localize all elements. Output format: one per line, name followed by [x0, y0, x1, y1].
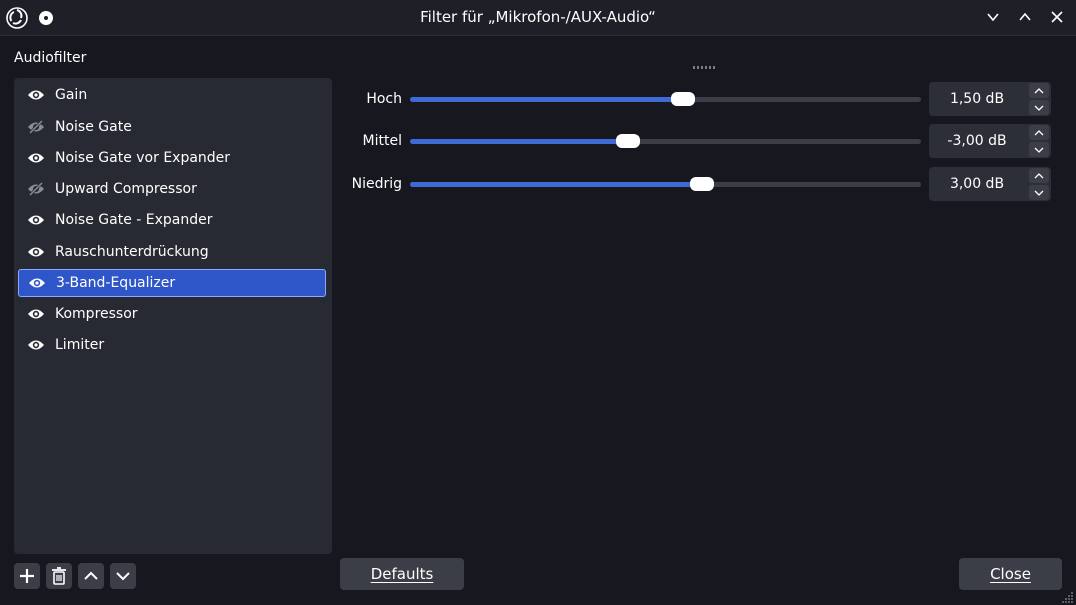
- chevron-up-icon: [1034, 172, 1044, 178]
- remove-filter-button[interactable]: [46, 563, 72, 589]
- arrow-down-icon: [116, 572, 130, 581]
- low-slider[interactable]: [410, 177, 921, 191]
- filter-item-noise-suppression[interactable]: Rauschunterdrückung: [18, 238, 326, 266]
- eye-off-icon[interactable]: [18, 120, 54, 134]
- filter-item-noise-gate-expander[interactable]: Noise Gate - Expander: [18, 206, 326, 234]
- audio-filters-heading: Audiofilter: [14, 50, 87, 66]
- low-spinbox[interactable]: 3,00 dB: [929, 167, 1051, 201]
- eye-icon[interactable]: [18, 152, 54, 164]
- filter-item-3-band-equalizer[interactable]: 3-Band-Equalizer: [18, 269, 326, 297]
- title-bar: Filter für „Mikrofon-/AUX-Audio“: [0, 0, 1076, 36]
- eye-icon[interactable]: [18, 214, 54, 226]
- band-row-mid: Mittel -3,00 dB: [340, 124, 1052, 158]
- increment-button[interactable]: [1029, 125, 1049, 140]
- move-filter-up-button[interactable]: [78, 563, 104, 589]
- filter-item-noise-gate[interactable]: Noise Gate: [18, 113, 326, 141]
- decrement-button[interactable]: [1029, 142, 1049, 157]
- mid-slider[interactable]: [410, 134, 921, 148]
- filter-label: Upward Compressor: [55, 181, 197, 197]
- band-label-high: Hoch: [366, 91, 402, 107]
- eye-icon[interactable]: [19, 277, 55, 289]
- filter-label: Noise Gate - Expander: [55, 212, 213, 228]
- chevron-up-icon: [1019, 12, 1031, 21]
- add-icon: [20, 569, 34, 583]
- increment-button[interactable]: [1029, 83, 1049, 98]
- decrement-button[interactable]: [1029, 100, 1049, 115]
- eye-icon[interactable]: [18, 308, 54, 320]
- slider-fill: [410, 97, 684, 102]
- window-title: Filter für „Mikrofon-/AUX-Audio“: [420, 8, 656, 26]
- arrow-up-icon: [84, 571, 98, 580]
- mid-value[interactable]: -3,00 dB: [929, 124, 1025, 158]
- band-row-high: Hoch 1,50 dB: [340, 82, 1052, 116]
- filter-label: 3-Band-Equalizer: [56, 275, 176, 291]
- low-value[interactable]: 3,00 dB: [929, 167, 1025, 201]
- band-row-low: Niedrig 3,00 dB: [340, 167, 1052, 201]
- close-window-button[interactable]: [1046, 6, 1068, 28]
- filter-label: Noise Gate: [55, 119, 132, 135]
- filter-label: Gain: [55, 87, 88, 103]
- slider-fill: [410, 182, 703, 187]
- band-label-low: Niedrig: [351, 176, 402, 192]
- trash-icon: [52, 567, 66, 585]
- eye-off-icon[interactable]: [18, 182, 54, 196]
- band-label-mid: Mittel: [362, 133, 402, 149]
- minimize-button[interactable]: [982, 6, 1004, 28]
- filter-item-upward-compressor[interactable]: Upward Compressor: [18, 175, 326, 203]
- defaults-button[interactable]: Defaults: [340, 558, 464, 590]
- slider-fill: [410, 139, 629, 144]
- filter-label: Rauschunterdrückung: [55, 244, 209, 260]
- chevron-down-icon: [1034, 105, 1044, 111]
- move-filter-down-button[interactable]: [110, 563, 136, 589]
- chevron-down-icon: [987, 13, 999, 22]
- close-icon: [1051, 11, 1063, 23]
- add-filter-button[interactable]: [14, 563, 40, 589]
- close-button[interactable]: Close: [959, 558, 1062, 590]
- high-slider[interactable]: [410, 92, 921, 106]
- chevron-down-icon: [1034, 147, 1044, 153]
- splitter-handle[interactable]: [693, 66, 715, 69]
- slider-handle[interactable]: [690, 177, 715, 191]
- increment-button[interactable]: [1029, 168, 1049, 183]
- filter-item-gain[interactable]: Gain: [18, 81, 326, 109]
- filter-item-limiter[interactable]: Limiter: [18, 331, 326, 359]
- chevron-down-icon: [1034, 190, 1044, 196]
- filter-label: Limiter: [55, 337, 105, 353]
- eye-icon[interactable]: [18, 246, 54, 258]
- slider-handle[interactable]: [616, 134, 641, 148]
- high-value[interactable]: 1,50 dB: [929, 82, 1025, 116]
- eye-icon[interactable]: [18, 89, 54, 101]
- maximize-button[interactable]: [1014, 6, 1036, 28]
- filter-item-noise-gate-pre-expander[interactable]: Noise Gate vor Expander: [18, 144, 326, 172]
- filter-item-compressor[interactable]: Kompressor: [18, 300, 326, 328]
- mid-spinbox[interactable]: -3,00 dB: [929, 124, 1051, 158]
- high-spinbox[interactable]: 1,50 dB: [929, 82, 1051, 116]
- chevron-up-icon: [1034, 129, 1044, 135]
- filter-list[interactable]: Gain Noise Gate Noise Gate vor Expander …: [14, 78, 332, 554]
- slider-handle[interactable]: [671, 92, 696, 106]
- chevron-up-icon: [1034, 87, 1044, 93]
- decrement-button[interactable]: [1029, 185, 1049, 200]
- eye-icon[interactable]: [18, 339, 54, 351]
- filter-label: Kompressor: [55, 306, 138, 322]
- resize-grip-icon[interactable]: [1062, 591, 1074, 603]
- filter-label: Noise Gate vor Expander: [55, 150, 231, 166]
